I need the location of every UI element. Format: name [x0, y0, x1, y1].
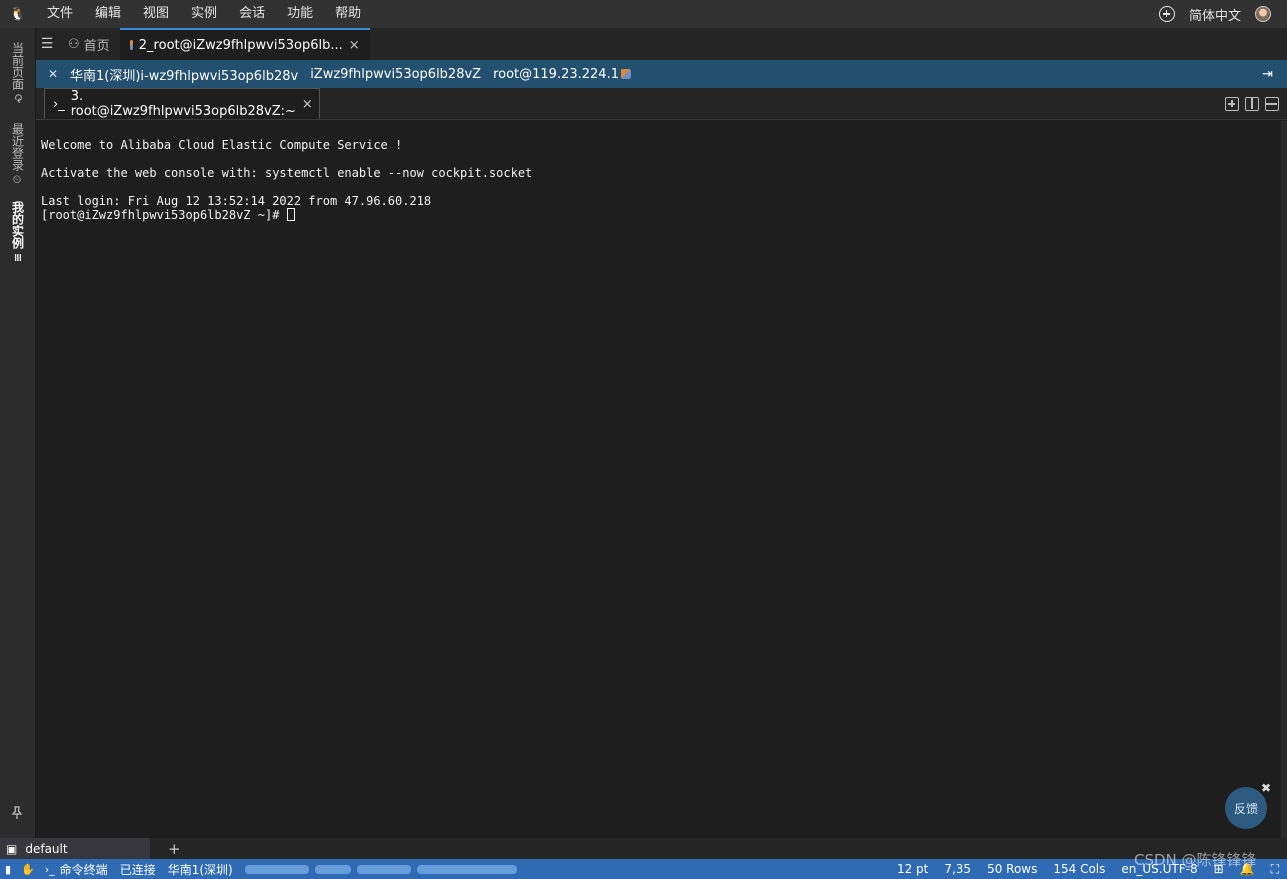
menu-bar: 🐧 文件 编辑 视图 实例 会话 功能 帮助 简体中文 — [0, 0, 1287, 28]
terminal-tab-label: 3. root@iZwz9fhlpwvi53op6lb28vZ:~ — [70, 89, 296, 119]
split-vertical-icon[interactable] — [1245, 97, 1259, 111]
penguin-logo-icon: 🐧 — [9, 6, 27, 22]
ecs-instance-icon — [620, 69, 631, 79]
logout-icon[interactable]: ⇥ — [1262, 67, 1273, 82]
clock-icon: ⏲ — [11, 174, 25, 186]
sidebar-tab-current-page[interactable]: 当前页面 ⟳ — [0, 34, 36, 112]
sidebar-tab-label: 当前页面 — [10, 42, 25, 91]
status-font-size[interactable]: 12 pt — [897, 862, 928, 876]
split-horizontal-icon[interactable] — [1265, 97, 1279, 111]
sidebar-tab-my-instances[interactable]: 我的实例 ≡ — [0, 194, 36, 270]
terminal-line: Last login: Fri Aug 12 13:52:14 2022 fro… — [41, 194, 432, 208]
avatar[interactable] — [1255, 6, 1271, 22]
sidebar-tab-label: 我的实例 — [10, 201, 25, 250]
expand-icon[interactable]: ⛶ — [1271, 862, 1279, 877]
menu-features[interactable]: 功能 — [276, 0, 324, 28]
sidebar-tab-label: 最近登录 — [10, 122, 25, 171]
redacted-text — [416, 864, 517, 874]
redacted-text — [244, 864, 309, 874]
tab-home[interactable]: ⚇ 首页 — [58, 28, 120, 60]
home-icon: ⚇ — [68, 36, 80, 52]
terminal-cursor — [286, 208, 295, 221]
terminal-line: Welcome to Alibaba Cloud Elastic Compute… — [41, 138, 403, 152]
refresh-icon: ⟳ — [11, 94, 25, 104]
new-terminal-icon[interactable] — [1225, 97, 1239, 111]
instance-hostname: iZwz9fhlpwvi53op6lb28vZ — [310, 66, 482, 82]
list-icon: ≡ — [11, 253, 25, 263]
status-connection: 已连接 — [119, 862, 156, 877]
instance-region-id: 华南1(深圳)i-wz9fhlpwvi53op6lb28v — [70, 68, 299, 84]
session-tab-label: default — [25, 841, 68, 856]
close-tab-icon[interactable]: × — [349, 38, 360, 53]
hand-icon[interactable]: ✋ — [16, 863, 40, 876]
status-cursor-position: 7,35 — [944, 862, 972, 876]
terminal-tab[interactable]: ›_ 3. root@iZwz9fhlpwvi53op6lb28vZ:~ × — [44, 88, 320, 119]
status-rows: 50 Rows — [987, 862, 1038, 876]
sidebar-tab-recent-login[interactable]: 最近登录 ⏲ — [0, 118, 36, 190]
menu-help[interactable]: 帮助 — [324, 0, 372, 28]
add-session-button[interactable]: + — [168, 840, 181, 858]
terminal-scrollbar[interactable] — [1281, 121, 1287, 838]
instance-login: root@119.23.224.1 — [493, 66, 619, 82]
terminal-prompt: [root@iZwz9fhlpwvi53op6lb28vZ ~]# — [41, 208, 287, 222]
collapse-menu-icon[interactable]: ☰ — [36, 28, 58, 60]
left-sidebar: 当前页面 ⟳ 最近登录 ⏲ 我的实例 ≡ — [0, 28, 36, 838]
tab-session-label: 2_root@iZwz9fhlpwvi53op6lb... — [138, 37, 343, 53]
terminal-icon: ▣ — [6, 841, 18, 856]
watermark: CSDN @陈锋锋锋 — [1134, 851, 1257, 869]
terminal-prompt-icon: ›_ — [53, 96, 65, 112]
ecs-instance-icon — [129, 40, 133, 50]
tab-session[interactable]: 2_root@iZwz9fhlpwvi53op6lb... × — [119, 28, 370, 60]
language-selector[interactable]: 简体中文 — [1189, 5, 1241, 24]
tab-home-label: 首页 — [83, 38, 110, 54]
terminal-line: Activate the web console with: systemctl… — [41, 166, 533, 180]
menu-session[interactable]: 会话 — [228, 0, 276, 28]
status-region: 华南1(深圳) — [167, 862, 233, 877]
menu-instance[interactable]: 实例 — [180, 0, 228, 28]
status-bar: ▮ ✋ ›_ 命令终端 已连接 华南1(深圳) 12 pt 7,35 50 Ro… — [0, 859, 1287, 879]
redacted-text — [356, 864, 411, 874]
status-terminal-label: 命令终端 — [59, 862, 108, 877]
instance-info-bar: ✕ 华南1(深圳)i-wz9fhlpwvi53op6lb28v iZwz9fhl… — [36, 60, 1287, 88]
collapse-icon[interactable]: ✕ — [36, 67, 70, 81]
status-cols: 154 Cols — [1053, 862, 1106, 876]
menu-view[interactable]: 视图 — [132, 0, 180, 28]
terminal-icon: ›_ — [44, 862, 55, 876]
session-bar: ▣ default + — [0, 838, 1287, 859]
terminal-tab-bar: ›_ 3. root@iZwz9fhlpwvi53op6lb28vZ:~ × — [36, 88, 1287, 120]
session-tab-default[interactable]: ▣ default — [0, 838, 150, 859]
pin-icon[interactable] — [10, 806, 24, 820]
tab-bar: ☰ ⚇ 首页 2_root@iZwz9fhlpwvi53op6lb... × — [36, 28, 1287, 60]
terminal-prompt-line: [root@iZwz9fhlpwvi53op6lb28vZ ~]# — [41, 208, 1276, 222]
close-terminal-icon[interactable]: × — [302, 97, 313, 112]
close-feedback-icon[interactable]: ✖ — [1261, 781, 1271, 795]
add-circle-icon[interactable] — [1158, 6, 1175, 22]
copy-icon[interactable]: ▮ — [0, 863, 16, 876]
terminal-output[interactable]: Welcome to Alibaba Cloud Elastic Compute… — [36, 121, 1281, 838]
menu-edit[interactable]: 编辑 — [84, 0, 132, 28]
menu-file[interactable]: 文件 — [36, 0, 84, 28]
redacted-text — [314, 864, 351, 874]
